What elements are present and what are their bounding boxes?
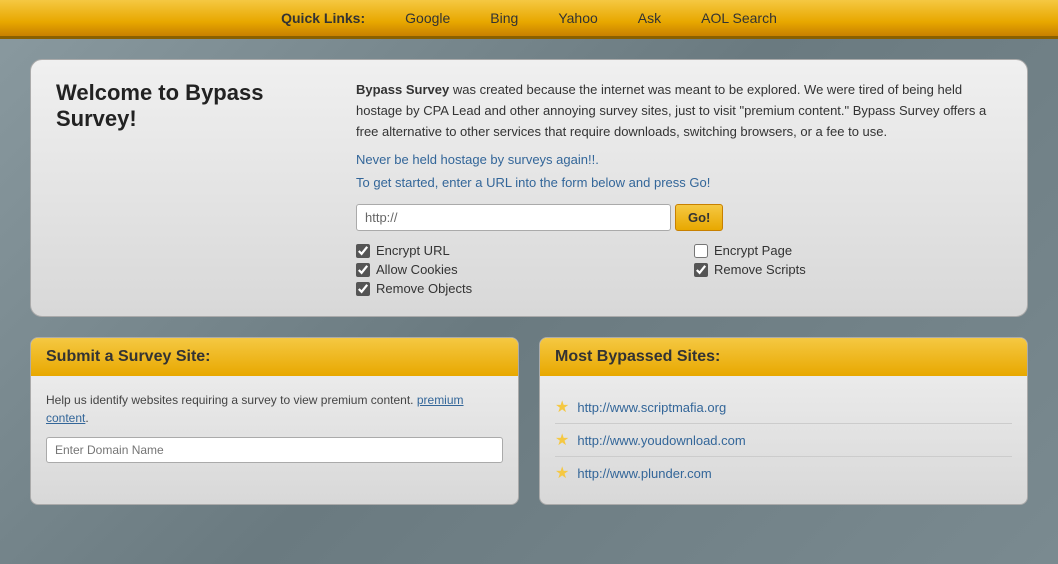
welcome-description-rest: was created because the internet was mea… bbox=[356, 82, 986, 139]
allow-cookies-checkbox[interactable] bbox=[356, 263, 370, 277]
url-input[interactable] bbox=[356, 204, 671, 231]
nav-link-ask[interactable]: Ask bbox=[638, 10, 661, 26]
domain-input[interactable] bbox=[46, 437, 503, 463]
option-remove-objects[interactable]: Remove Objects bbox=[356, 281, 664, 296]
go-button[interactable]: Go! bbox=[675, 204, 723, 231]
bypassed-panel: Most Bypassed Sites: ★ http://www.script… bbox=[539, 337, 1028, 505]
remove-objects-checkbox[interactable] bbox=[356, 282, 370, 296]
url-input-row: Go! bbox=[356, 204, 1002, 231]
submit-panel-description: Help us identify websites requiring a su… bbox=[46, 391, 503, 427]
welcome-tagline: Never be held hostage by surveys again!!… bbox=[356, 152, 1002, 167]
list-item: ★ http://www.plunder.com bbox=[555, 457, 1012, 489]
welcome-cta: To get started, enter a URL into the for… bbox=[356, 175, 1002, 190]
nav-link-bing[interactable]: Bing bbox=[490, 10, 518, 26]
option-remove-scripts[interactable]: Remove Scripts bbox=[694, 262, 1002, 277]
options-grid: Encrypt URL Encrypt Page Allow Cookies R… bbox=[356, 243, 1002, 296]
option-encrypt-page[interactable]: Encrypt Page bbox=[694, 243, 1002, 258]
star-icon: ★ bbox=[555, 430, 569, 450]
star-icon: ★ bbox=[555, 397, 569, 417]
welcome-description: Bypass Survey was created because the in… bbox=[356, 80, 1002, 142]
welcome-card: Welcome to Bypass Survey! Bypass Survey … bbox=[30, 59, 1028, 317]
remove-scripts-checkbox[interactable] bbox=[694, 263, 708, 277]
allow-cookies-label: Allow Cookies bbox=[376, 262, 458, 277]
encrypt-page-label: Encrypt Page bbox=[714, 243, 792, 258]
submit-panel: Submit a Survey Site: Help us identify w… bbox=[30, 337, 519, 505]
encrypt-url-checkbox[interactable] bbox=[356, 244, 370, 258]
list-item: ★ http://www.youdownload.com bbox=[555, 424, 1012, 457]
encrypt-url-label: Encrypt URL bbox=[376, 243, 450, 258]
bottom-panels: Submit a Survey Site: Help us identify w… bbox=[30, 337, 1028, 505]
remove-objects-label: Remove Objects bbox=[376, 281, 472, 296]
option-encrypt-url[interactable]: Encrypt URL bbox=[356, 243, 664, 258]
remove-scripts-label: Remove Scripts bbox=[714, 262, 806, 277]
welcome-brand-name: Bypass Survey bbox=[356, 82, 449, 97]
bypassed-site-link-1[interactable]: http://www.scriptmafia.org bbox=[577, 400, 726, 415]
bypassed-site-link-3[interactable]: http://www.plunder.com bbox=[577, 466, 711, 481]
bypassed-site-link-2[interactable]: http://www.youdownload.com bbox=[577, 433, 745, 448]
quick-links-label: Quick Links: bbox=[281, 10, 365, 26]
bypassed-sites-list: ★ http://www.scriptmafia.org ★ http://ww… bbox=[555, 391, 1012, 489]
bypassed-panel-header: Most Bypassed Sites: bbox=[540, 338, 1027, 376]
encrypt-page-checkbox[interactable] bbox=[694, 244, 708, 258]
nav-link-aol[interactable]: AOL Search bbox=[701, 10, 777, 26]
nav-link-yahoo[interactable]: Yahoo bbox=[558, 10, 597, 26]
top-navigation: Quick Links: Google Bing Yahoo Ask AOL S… bbox=[0, 0, 1058, 39]
list-item: ★ http://www.scriptmafia.org bbox=[555, 391, 1012, 424]
star-icon: ★ bbox=[555, 463, 569, 483]
submit-panel-header: Submit a Survey Site: bbox=[31, 338, 518, 376]
nav-link-google[interactable]: Google bbox=[405, 10, 450, 26]
welcome-title: Welcome to Bypass Survey! bbox=[56, 80, 336, 132]
option-allow-cookies[interactable]: Allow Cookies bbox=[356, 262, 664, 277]
